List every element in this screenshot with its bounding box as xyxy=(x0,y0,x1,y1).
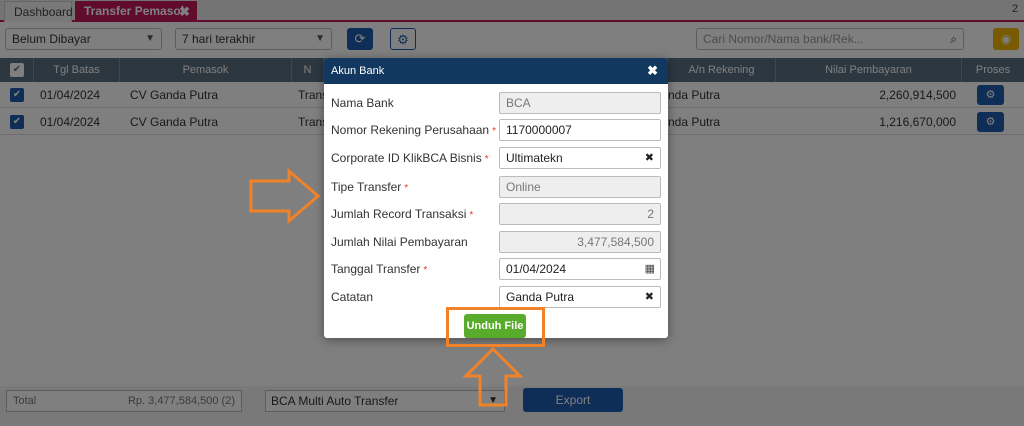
field-label: Catatan xyxy=(331,286,373,308)
bank-name-value: BCA xyxy=(506,96,531,110)
field-label-text: Tipe Transfer xyxy=(331,180,402,194)
field-label-text: Jumlah Record Transaksi xyxy=(331,207,467,221)
transfer-type-value: Online xyxy=(506,180,541,194)
payment-total-value: 3,477,584,500 xyxy=(577,235,654,249)
dialog-title: Akun Bank xyxy=(331,65,385,77)
required-mark: * xyxy=(423,265,428,276)
field-label: Corporate ID KlikBCA Bisnis * xyxy=(331,147,489,171)
close-icon[interactable]: ✖ xyxy=(647,58,658,84)
field-label: Nomor Rekening Perusahaan * xyxy=(331,119,496,143)
dialog-header: Akun Bank ✖ xyxy=(324,58,668,84)
clear-icon[interactable]: ✖ xyxy=(645,148,654,168)
record-count-field: 2 xyxy=(499,203,661,225)
field-label-text: Corporate ID KlikBCA Bisnis xyxy=(331,151,482,165)
field-label-text: Nama Bank xyxy=(331,96,394,110)
bank-name-field: BCA xyxy=(499,92,661,114)
field-label: Nama Bank xyxy=(331,92,394,114)
record-count-value: 2 xyxy=(647,207,654,221)
field-row-bank-name: Nama Bank BCA xyxy=(324,92,668,114)
field-row-notes: Catatan Ganda Putra ✖ xyxy=(324,286,668,308)
field-label-text: Catatan xyxy=(331,290,374,304)
transfer-date-input[interactable]: 01/04/2024 ▦ xyxy=(499,258,661,280)
field-label: Jumlah Nilai Pembayaran xyxy=(331,231,468,253)
required-mark: * xyxy=(484,154,489,165)
field-row-corporate-id: Corporate ID KlikBCA Bisnis * Ultimatekn ✖ xyxy=(324,147,668,169)
field-label: Tipe Transfer * xyxy=(331,176,408,200)
field-row-record-count: Jumlah Record Transaksi * 2 xyxy=(324,203,668,225)
transfer-date-value: 01/04/2024 xyxy=(506,262,567,276)
bank-account-dialog: Akun Bank ✖ Nama Bank BCA Nomor Rekening… xyxy=(324,58,668,338)
required-mark: * xyxy=(404,183,409,194)
field-row-payment-total: Jumlah Nilai Pembayaran 3,477,584,500 xyxy=(324,231,668,253)
payment-total-field: 3,477,584,500 xyxy=(499,231,661,253)
field-row-account-number: Nomor Rekening Perusahaan * 1170000007 xyxy=(324,119,668,141)
calendar-icon[interactable]: ▦ xyxy=(645,259,655,279)
field-label-text: Jumlah Nilai Pembayaran xyxy=(331,235,468,249)
field-label: Tanggal Transfer * xyxy=(331,258,427,282)
account-number-value: 1170000007 xyxy=(506,123,572,137)
field-label-text: Nomor Rekening Perusahaan xyxy=(331,123,490,137)
corporate-id-value: Ultimatekn xyxy=(506,151,563,165)
required-mark: * xyxy=(492,126,496,137)
notes-value: Ganda Putra xyxy=(506,290,575,304)
field-row-transfer-type: Tipe Transfer * Online xyxy=(324,176,668,198)
required-mark: * xyxy=(469,210,474,221)
field-label-text: Tanggal Transfer xyxy=(331,262,421,276)
clear-icon[interactable]: ✖ xyxy=(645,287,654,307)
transfer-type-field: Online xyxy=(499,176,661,198)
field-row-transfer-date: Tanggal Transfer * 01/04/2024 ▦ xyxy=(324,258,668,280)
field-label: Jumlah Record Transaksi * xyxy=(331,203,473,227)
corporate-id-select[interactable]: Ultimatekn ✖ xyxy=(499,147,661,169)
highlight-box xyxy=(446,307,545,347)
account-number-input[interactable]: 1170000007 xyxy=(499,119,661,141)
notes-input[interactable]: Ganda Putra ✖ xyxy=(499,286,661,308)
